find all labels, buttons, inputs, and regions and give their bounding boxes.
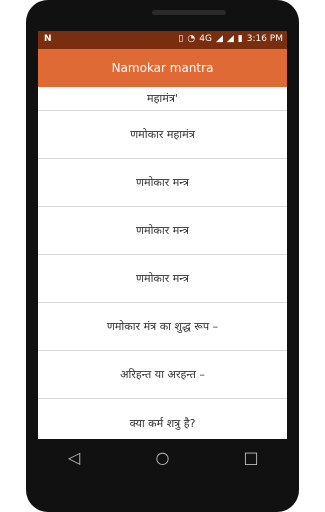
vibrate-icon: ▯	[178, 34, 184, 44]
signal-icon-2: ◢	[226, 34, 234, 44]
status-icons: ▯ ◔ 4G ◢ ◢ ▮ 3:16 PM	[178, 34, 283, 44]
list-item-partial[interactable]: महामंत्र'	[38, 87, 287, 111]
list-item[interactable]: णमोकार महामंत्र	[38, 111, 287, 159]
list-item[interactable]: अरिहन्त या अरहन्त –	[38, 351, 287, 399]
list-item-label: णमोकार मंत्र का शुद्ध रूप –	[106, 320, 219, 333]
app-bar: Namokar mantra	[38, 49, 287, 87]
back-icon[interactable]: ◁	[60, 443, 88, 471]
clock-time: 3:16 PM	[246, 34, 283, 44]
list-item-label: क्या कर्म शत्रु है?	[129, 416, 196, 430]
home-icon[interactable]: ○	[149, 443, 177, 471]
recents-icon[interactable]: □	[237, 443, 265, 471]
list-item-label: णमोकार मन्त्र	[136, 224, 189, 237]
battery-icon: ▮	[237, 34, 243, 44]
list-item[interactable]: णमोकार मन्त्र	[38, 255, 287, 303]
app-title: Namokar mantra	[111, 61, 214, 75]
navigation-bar: ◁ ○ □	[0, 439, 325, 475]
network-type: 4G	[199, 34, 212, 44]
list-item[interactable]: णमोकार मन्त्र	[38, 207, 287, 255]
app-screen: N ▯ ◔ 4G ◢ ◢ ▮ 3:16 PM Namokar mantra मह…	[38, 31, 287, 439]
list-item[interactable]: णमोकार मन्त्र	[38, 159, 287, 207]
list-item[interactable]: णमोकार मंत्र का शुद्ध रूप –	[38, 303, 287, 351]
list-item-label: अरिहन्त या अरहन्त –	[120, 368, 205, 381]
list-item-label: णमोकार महामंत्र	[130, 128, 195, 141]
list-item-label: महामंत्र'	[147, 92, 178, 105]
list-item-label: णमोकार मन्त्र	[136, 176, 189, 189]
list-item[interactable]: क्या कर्म शत्रु है?	[38, 399, 287, 439]
notification-n-icon: N	[44, 34, 52, 44]
content-list[interactable]: महामंत्र' णमोकार महामंत्र णमोकार मन्त्र …	[38, 87, 287, 439]
wifi-icon: ◔	[187, 34, 196, 44]
signal-icon: ◢	[215, 34, 223, 44]
earpiece-speaker	[152, 10, 226, 15]
list-item-label: णमोकार मन्त्र	[136, 272, 189, 285]
status-bar: N ▯ ◔ 4G ◢ ◢ ▮ 3:16 PM	[38, 31, 287, 49]
